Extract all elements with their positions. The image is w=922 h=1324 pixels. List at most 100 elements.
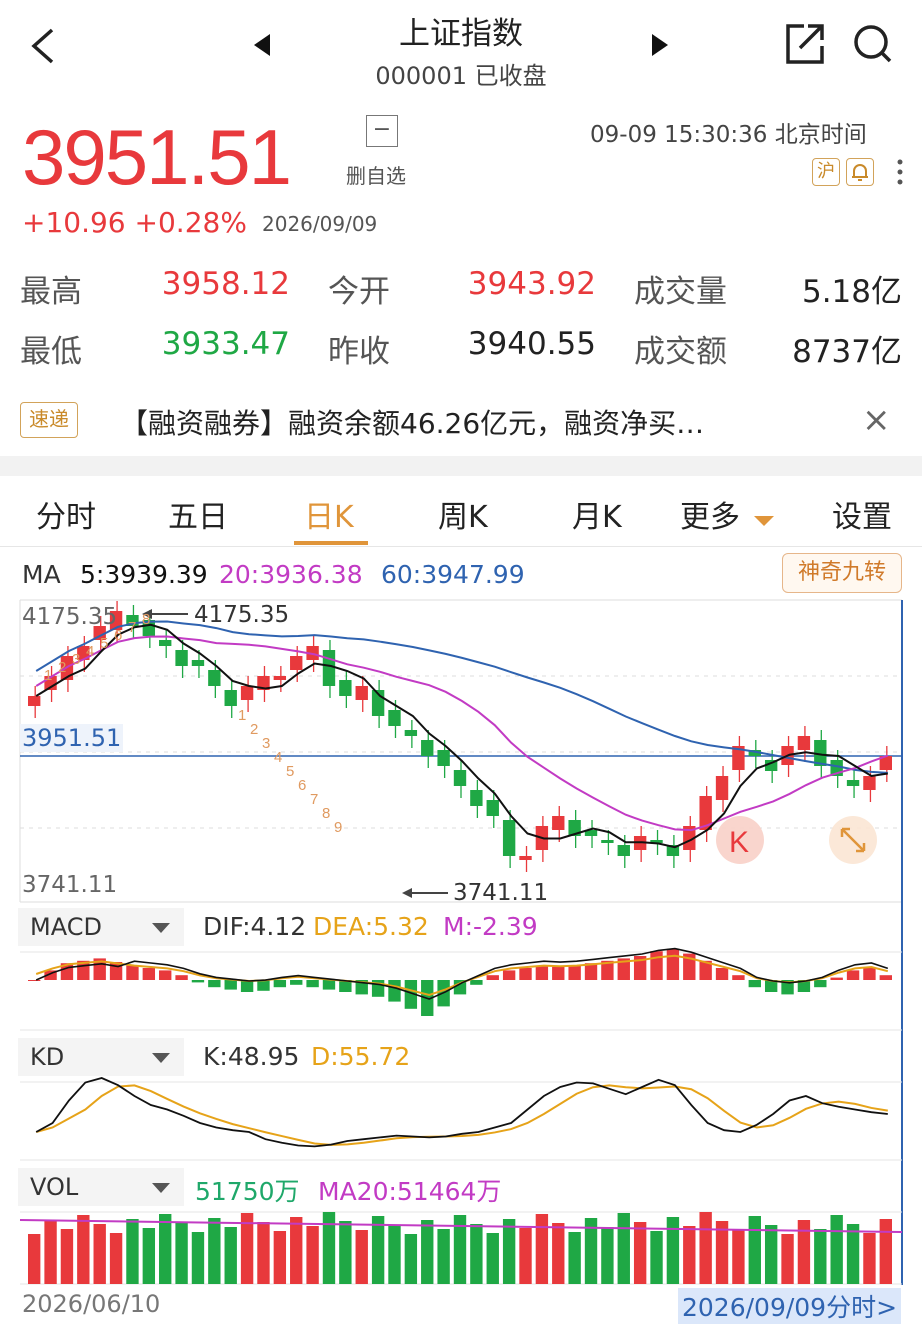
- volume-bar: [224, 1227, 237, 1284]
- nine-turn-digit: 2: [58, 659, 66, 676]
- volume-bar: [814, 1229, 827, 1284]
- macd-selector[interactable]: MACD: [18, 908, 184, 946]
- vol-ma20: MA20:51464万: [318, 1177, 502, 1206]
- volume-bar: [617, 1213, 630, 1284]
- axis-high-label: 4175.35: [22, 604, 118, 630]
- macd-bar: [159, 970, 172, 980]
- nine-turn-digit: 1: [44, 667, 52, 684]
- volume-bar: [552, 1223, 565, 1284]
- candle: [273, 676, 287, 680]
- volume-bar: [191, 1232, 205, 1284]
- kd-selector[interactable]: KD: [18, 1038, 184, 1076]
- macd-bar: [191, 980, 205, 983]
- macd-bar: [814, 980, 827, 988]
- volume-bar: [109, 1233, 123, 1284]
- candle: [175, 650, 188, 666]
- volume-bar: [470, 1224, 483, 1284]
- axis-low-label: 3741.11: [22, 872, 118, 898]
- candle: [863, 776, 876, 790]
- candle: [617, 845, 630, 856]
- kline-chart-canvas[interactable]: 1 2 3 4 5 6 7 8123456789 K: [0, 0, 922, 1323]
- volume-bar: [650, 1231, 663, 1284]
- macd-bar: [486, 975, 499, 980]
- kd-d-line: [35, 1084, 888, 1146]
- volume-bar: [421, 1220, 434, 1284]
- volume-bar: [699, 1212, 712, 1284]
- macd-bar: [257, 980, 270, 991]
- volume-bar: [863, 1233, 876, 1284]
- ma20-line: [35, 635, 889, 832]
- candle: [355, 686, 368, 700]
- volume-bar: [126, 1219, 139, 1284]
- volume-bar: [159, 1214, 172, 1284]
- volume-bar: [404, 1234, 418, 1284]
- nine-turn-digit: 3: [262, 735, 270, 752]
- macd-bar: [863, 968, 876, 980]
- macd-bar: [126, 965, 139, 980]
- candle: [421, 740, 434, 756]
- candle: [404, 730, 418, 736]
- k-badge: K: [729, 826, 749, 859]
- macd-bar: [306, 980, 319, 988]
- volume-bar: [273, 1231, 287, 1284]
- macd-dea: DEA:5.32: [313, 912, 429, 941]
- volume-bar: [781, 1234, 794, 1284]
- candle: [552, 816, 565, 830]
- intraday-link[interactable]: 2026/09/09分时>: [678, 1288, 902, 1324]
- volume-bar: [486, 1233, 499, 1284]
- chart-start-date: 2026/06/10: [22, 1290, 161, 1318]
- candle: [322, 650, 336, 686]
- nine-turn-digit: 3: [72, 651, 80, 668]
- volume-bar: [879, 1219, 892, 1284]
- macd-dif: DIF:4.12: [203, 912, 307, 941]
- nine-turn-digit: 8: [142, 611, 150, 628]
- macd-bar: [470, 980, 483, 985]
- candle: [388, 710, 401, 726]
- volume-bar: [519, 1228, 532, 1284]
- chevron-down-icon: [152, 1183, 170, 1193]
- low-marker-arrow: [402, 888, 412, 898]
- macd-bar: [388, 980, 401, 1002]
- kd-d: D:55.72: [311, 1042, 411, 1071]
- volume-bar: [355, 1230, 368, 1284]
- volume-bar: [371, 1216, 385, 1284]
- nine-turn-digit: 1: [238, 707, 246, 724]
- volume-bar: [208, 1218, 221, 1284]
- candle: [437, 750, 450, 766]
- macd-bar: [535, 965, 549, 980]
- volume-bar: [322, 1212, 336, 1284]
- nine-turn-digit: 8: [322, 805, 330, 822]
- nine-turn-digit: 4: [86, 643, 94, 660]
- volume-bar: [683, 1226, 696, 1284]
- candle: [208, 670, 221, 686]
- macd-bar: [830, 977, 843, 980]
- volume-bar: [60, 1229, 74, 1284]
- volume-bar: [568, 1232, 581, 1284]
- vol-selector[interactable]: VOL: [18, 1168, 184, 1206]
- candle: [339, 680, 352, 696]
- volume-bar: [175, 1223, 188, 1284]
- candle: [240, 686, 254, 700]
- macd-bar: [519, 968, 532, 980]
- volume-bar: [601, 1227, 614, 1284]
- candle: [191, 660, 205, 666]
- candle: [502, 820, 516, 856]
- kd-k: K:48.95: [203, 1042, 300, 1071]
- candle: [486, 800, 499, 816]
- macd-bar: [502, 970, 516, 980]
- low-marker-label: 3741.11: [453, 880, 549, 906]
- nine-turn-digit: 5: [286, 763, 294, 780]
- volume-bar: [732, 1230, 745, 1284]
- candle: [715, 776, 729, 800]
- nine-turn-digit: 9: [334, 819, 342, 836]
- candle: [519, 856, 532, 860]
- volume-bar: [77, 1215, 90, 1284]
- nine-turn-digit: 7: [310, 791, 318, 808]
- volume-bar: [44, 1220, 57, 1284]
- macd-bar: [175, 975, 188, 980]
- macd-bar: [846, 970, 860, 980]
- volume-bar: [437, 1229, 450, 1284]
- volume-bar: [28, 1234, 41, 1284]
- nine-turn-digit: 6: [298, 777, 306, 794]
- candle: [290, 656, 303, 670]
